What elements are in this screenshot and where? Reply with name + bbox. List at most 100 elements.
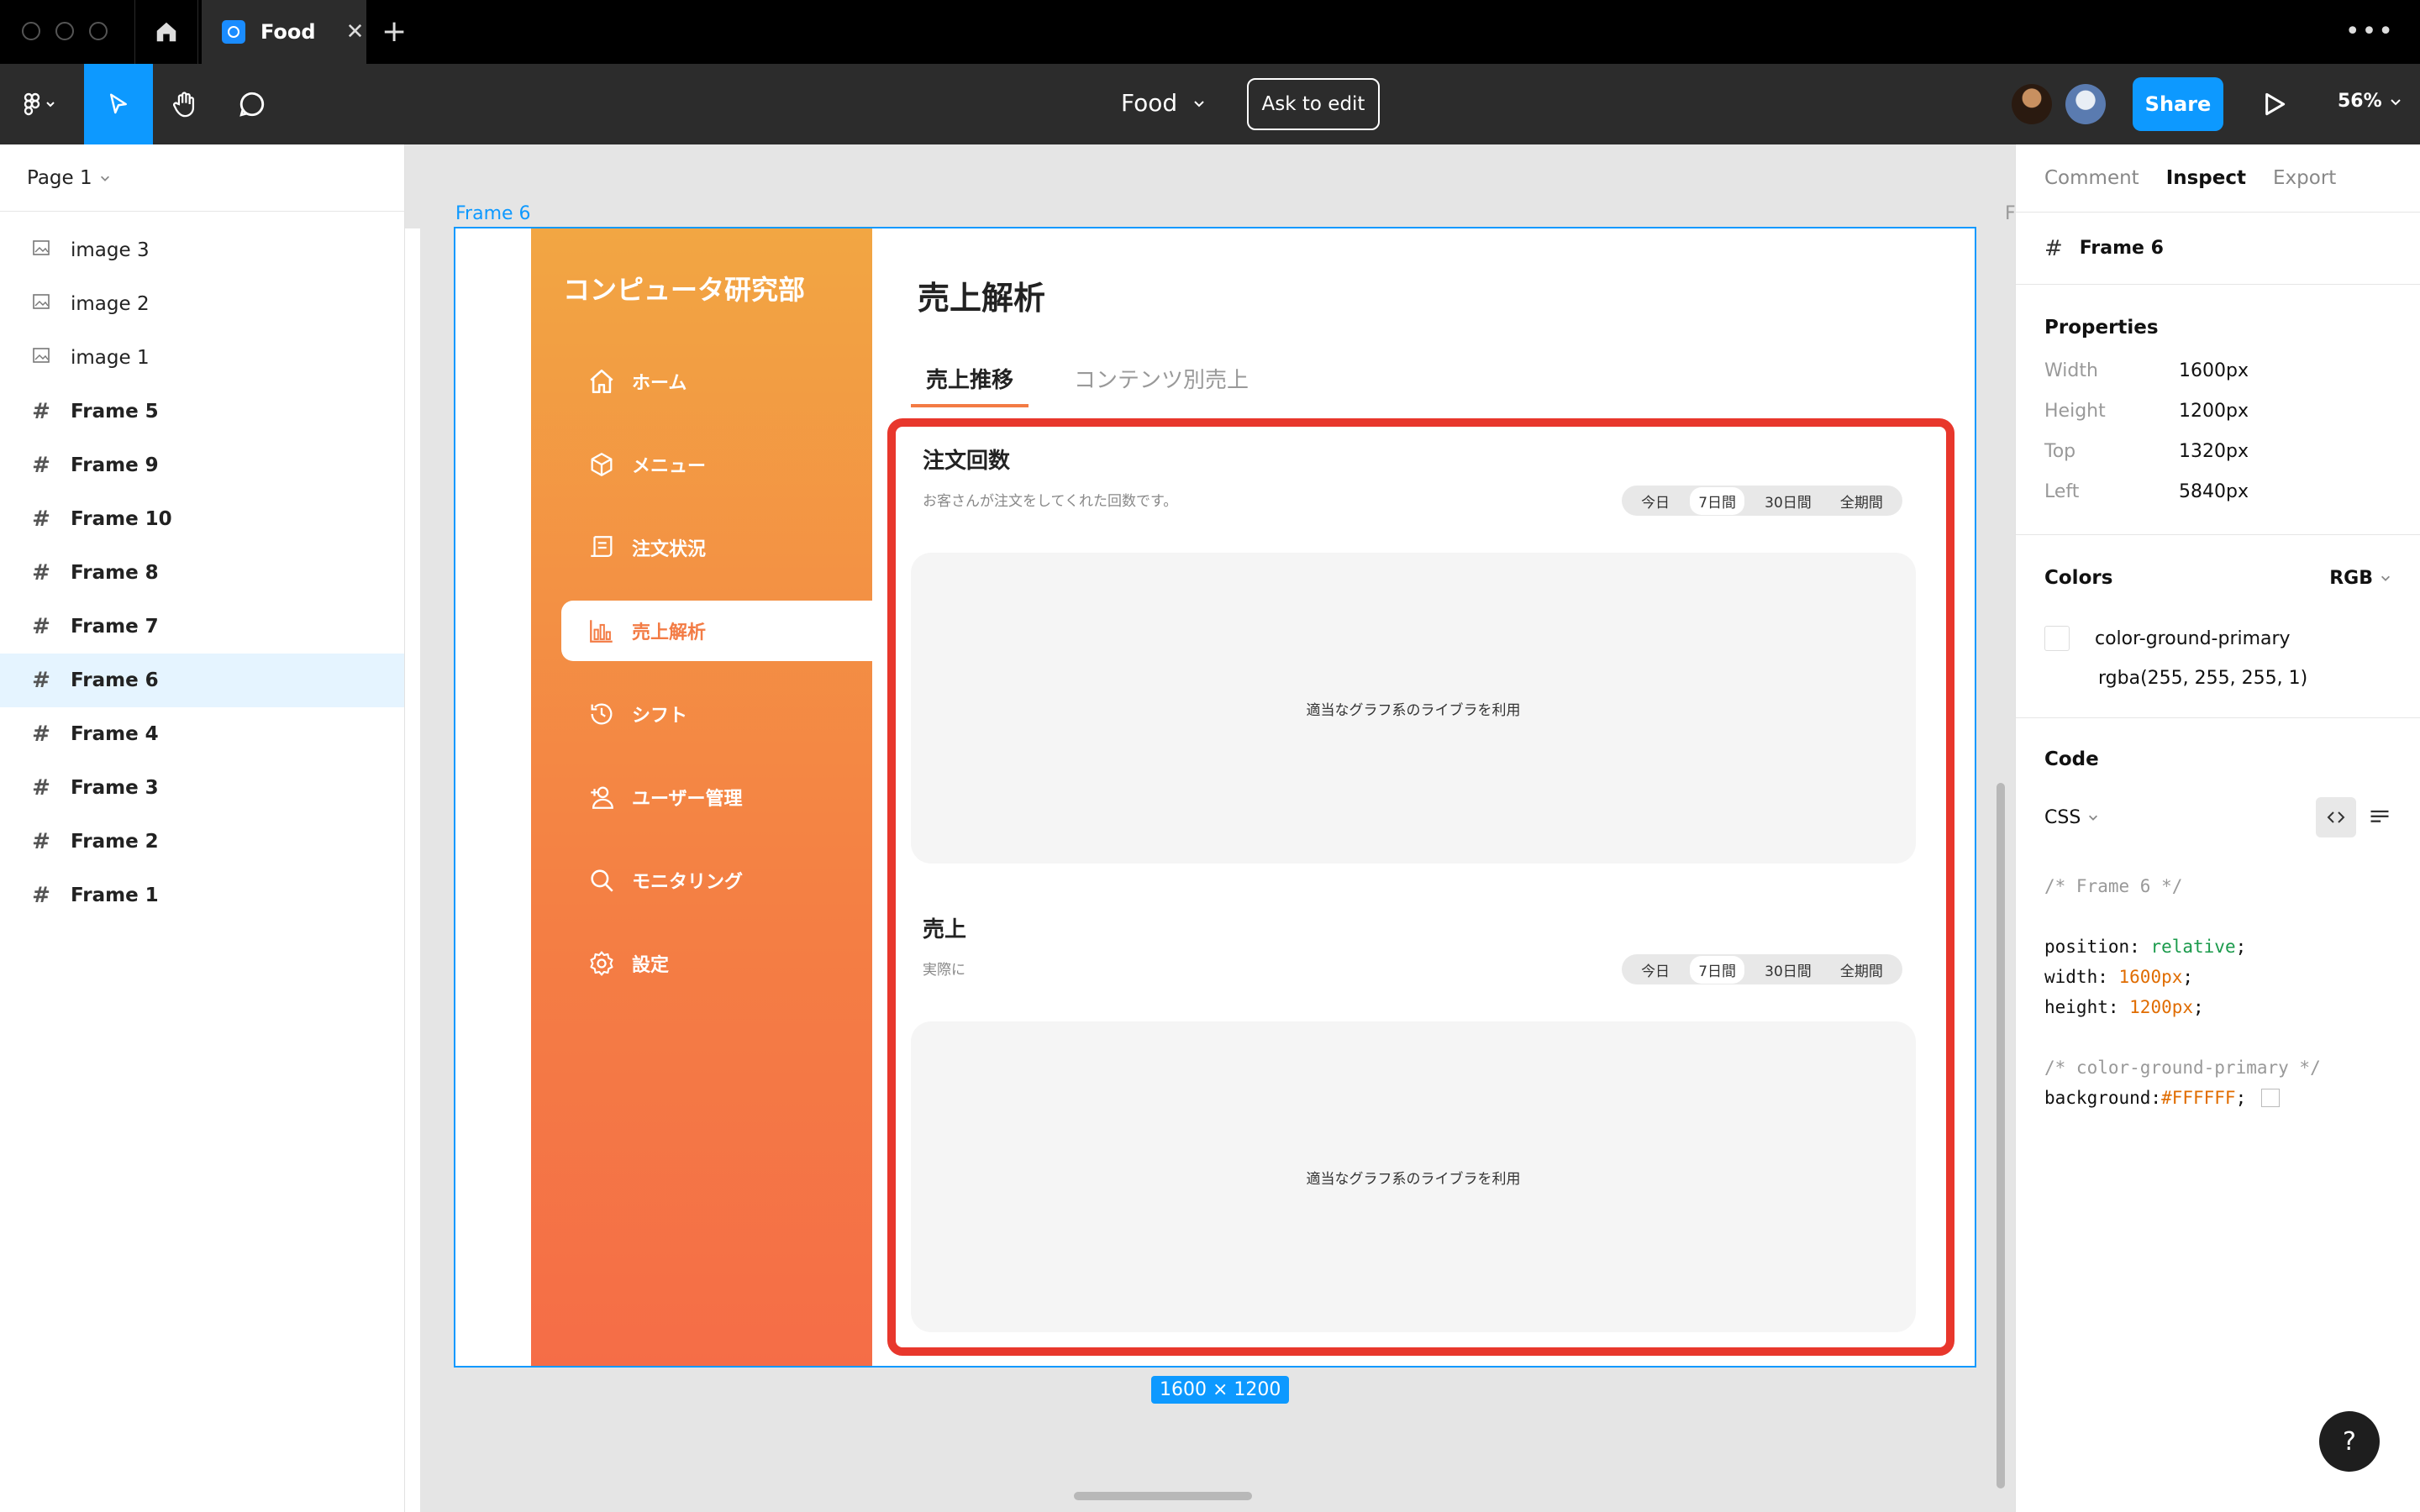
more-icon[interactable]: •••: [2345, 17, 2395, 46]
color-swatch: [2044, 626, 2070, 651]
layer-item[interactable]: # Frame 5: [0, 385, 404, 438]
comment-tool-button[interactable]: [220, 64, 284, 144]
property-value[interactable]: 1200px: [2179, 401, 2249, 422]
code-value: 1600px: [2118, 967, 2183, 987]
code-view-button[interactable]: [2316, 797, 2356, 837]
window-zoom-dot[interactable]: [89, 22, 108, 40]
help-button[interactable]: ?: [2319, 1411, 2380, 1472]
tab-comment[interactable]: Comment: [2044, 167, 2139, 189]
window-minimize-dot[interactable]: [55, 22, 74, 40]
image-icon: [30, 345, 52, 371]
new-tab-button[interactable]: +: [381, 13, 407, 50]
frame-label[interactable]: Frame 6: [455, 203, 531, 224]
search-icon: [587, 865, 617, 895]
horizontal-scrollbar[interactable]: [1074, 1492, 1252, 1500]
canvas[interactable]: Frame 6 F コンピュータ研究部 ホーム メニュー 注文状況 売上解析 シ…: [405, 144, 2015, 1512]
page-selector[interactable]: Page 1: [0, 144, 404, 212]
layer-item[interactable]: # Frame 4: [0, 707, 404, 761]
layer-label: Frame 1: [71, 885, 159, 906]
home-icon: [587, 366, 617, 396]
code-view-toggles: [2316, 797, 2391, 837]
layer-label: Frame 8: [71, 562, 159, 584]
layer-item[interactable]: image 2: [0, 277, 404, 331]
nav-item-home[interactable]: ホーム: [561, 351, 872, 412]
main-menu-button[interactable]: [0, 64, 81, 144]
layer-item[interactable]: # Frame 1: [0, 869, 404, 922]
tab-inspect[interactable]: Inspect: [2166, 167, 2246, 189]
color-value[interactable]: rgba(255, 255, 255, 1): [2098, 668, 2391, 689]
code-heading: Code: [2044, 748, 2099, 770]
layer-label: Frame 4: [71, 723, 159, 745]
nav-item-users[interactable]: ユーザー管理: [561, 767, 872, 827]
window-close-dot[interactable]: [22, 22, 40, 40]
property-row: Top 1320px: [2044, 431, 2391, 471]
vertical-scrollbar[interactable]: [1996, 783, 2005, 1488]
tab-sales-trend[interactable]: 売上推移: [911, 363, 1028, 407]
code-prop: position:: [2044, 937, 2151, 957]
tab-export[interactable]: Export: [2273, 167, 2336, 189]
gear-icon: [587, 948, 617, 979]
layer-item[interactable]: # Frame 8: [0, 546, 404, 600]
code-icon: [2327, 811, 2345, 823]
zoom-value: 56%: [2338, 91, 2382, 112]
close-icon[interactable]: ✕: [346, 19, 365, 45]
layer-item[interactable]: # Frame 3: [0, 761, 404, 815]
layer-item[interactable]: # Frame 9: [0, 438, 404, 492]
property-value[interactable]: 1600px: [2179, 360, 2249, 381]
move-tool-button[interactable]: [84, 64, 153, 144]
code-line: background: #FFFFFF;: [2044, 1083, 2391, 1113]
zoom-dropdown[interactable]: 56%: [2338, 91, 2402, 112]
frame-icon: #: [2044, 235, 2063, 261]
file-name: Food: [1121, 89, 1178, 117]
color-row[interactable]: color-ground-primary: [2044, 626, 2391, 651]
property-value[interactable]: 5840px: [2179, 481, 2249, 502]
layer-label: image 3: [71, 239, 150, 261]
frame-6[interactable]: コンピュータ研究部 ホーム メニュー 注文状況 売上解析 シフト ユーザー管理 …: [454, 227, 1976, 1368]
layer-item[interactable]: # Frame 10: [0, 492, 404, 546]
color-mode-dropdown[interactable]: RGB: [2329, 568, 2391, 589]
frame-icon: #: [32, 614, 50, 639]
color-mode: RGB: [2329, 567, 2373, 589]
tab-content-sales[interactable]: コンテンツ別売上: [1074, 363, 1249, 404]
frame-icon: #: [32, 453, 50, 478]
chevron-down-icon: [2390, 98, 2401, 105]
code-line: width: 1600px;: [2044, 967, 2194, 987]
selection-name: Frame 6: [2079, 238, 2164, 259]
code-value: 1200px: [2129, 997, 2194, 1017]
frame-label[interactable]: F: [2005, 203, 2015, 224]
share-button[interactable]: Share: [2133, 77, 2223, 131]
layer-item[interactable]: image 3: [0, 223, 404, 277]
color-name: color-ground-primary: [2095, 627, 2291, 649]
layer-item[interactable]: # Frame 7: [0, 600, 404, 654]
cursor-icon: [110, 93, 127, 114]
code-language-dropdown[interactable]: CSS: [2044, 807, 2099, 828]
layer-item-selected[interactable]: # Frame 6: [0, 654, 404, 707]
property-value[interactable]: 1320px: [2179, 441, 2249, 462]
nav-item-orders[interactable]: 注文状況: [561, 517, 872, 578]
nav-item-settings[interactable]: 設定: [561, 933, 872, 994]
code-language: CSS: [2044, 806, 2081, 828]
page-title: 売上解析: [918, 280, 1046, 317]
code-prop: width:: [2044, 967, 2119, 987]
ask-to-edit-button[interactable]: Ask to edit: [1247, 78, 1380, 130]
image-icon: [30, 291, 52, 318]
nav-item-shift[interactable]: シフト: [561, 684, 872, 744]
list-view-icon[interactable]: [2368, 806, 2391, 829]
layer-item[interactable]: # Frame 2: [0, 815, 404, 869]
hand-tool-button[interactable]: [153, 64, 217, 144]
present-button[interactable]: [2257, 87, 2291, 124]
nav-item-menu[interactable]: メニュー: [561, 434, 872, 495]
selection-header: # Frame 6: [2016, 212, 2420, 284]
file-name-dropdown[interactable]: Food: [1121, 89, 1206, 117]
layer-item[interactable]: image 1: [0, 331, 404, 385]
home-button[interactable]: [134, 0, 198, 64]
file-tab[interactable]: Food ✕: [202, 0, 366, 64]
avatar[interactable]: [2012, 84, 2052, 124]
css-code-block[interactable]: /* Frame 6 */ position: relative; width:…: [2044, 871, 2391, 1113]
layer-label: Frame 9: [71, 454, 159, 476]
nav-item-sales[interactable]: 売上解析: [561, 601, 872, 661]
avatar[interactable]: [2065, 84, 2106, 124]
nav-item-monitoring[interactable]: モニタリング: [561, 850, 872, 911]
frame-icon: #: [32, 722, 50, 747]
play-icon: [2265, 92, 2286, 116]
